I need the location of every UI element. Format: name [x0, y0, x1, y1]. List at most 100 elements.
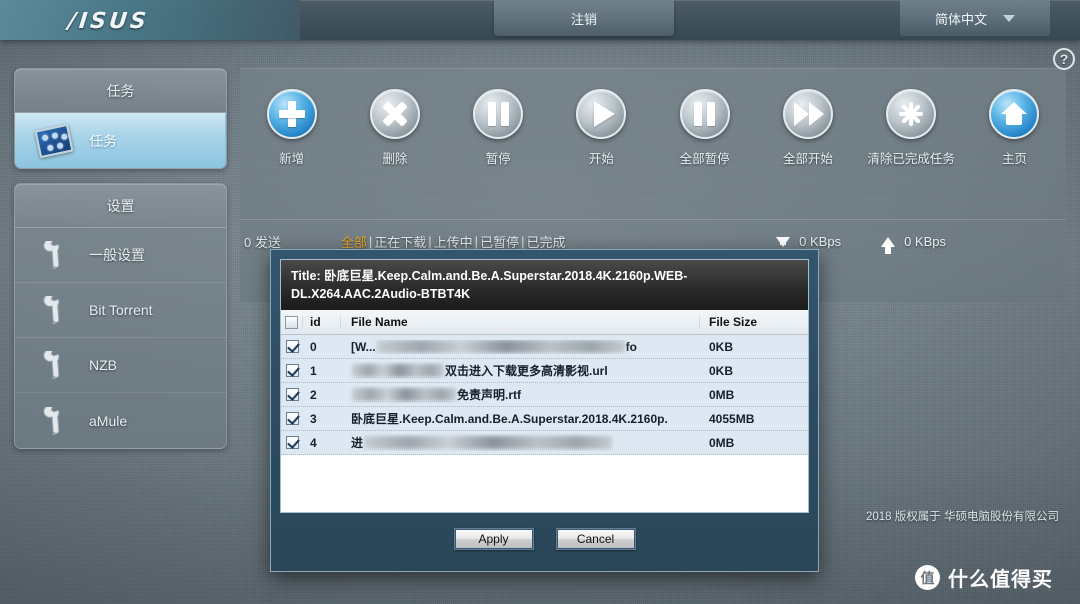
apply-button[interactable]: Apply — [453, 527, 534, 550]
row-file-name: 卧底巨星.Keep.Calm.and.Be.A.Superstar.2018.4… — [341, 410, 700, 427]
filter-separator: | — [428, 234, 432, 249]
add-task-label: 新增 — [279, 152, 305, 166]
row-file-name-prefix: 进 — [351, 436, 364, 451]
row-file-name: 双击进入下载更多高清影视.url — [341, 362, 700, 379]
sidebar-task-title: 任务 — [15, 69, 226, 113]
start-task-button[interactable]: 开始 — [550, 89, 653, 167]
row-select-cell[interactable] — [281, 412, 303, 426]
sidebar-item-bit-torrent-label: Bit Torrent — [89, 302, 153, 318]
row-checkbox[interactable] — [285, 436, 299, 450]
language-selector[interactable]: 简体中文 — [900, 0, 1050, 36]
row-id: 0 — [310, 339, 317, 354]
wrench-icon — [37, 348, 71, 380]
download-speed: 0 KBps — [776, 234, 841, 249]
clear-completed-label: 清除已完成任务 — [867, 152, 955, 166]
row-select-cell[interactable] — [281, 436, 303, 450]
row-checkbox[interactable] — [285, 364, 299, 378]
copyright-text: 2018 版权属于 华硕电脑股份有限公司 — [866, 511, 1059, 523]
filter-separator: | — [474, 234, 479, 249]
row-checkbox[interactable] — [285, 388, 299, 402]
watermark-text: 什么值得买 — [948, 569, 1053, 591]
row-file-name-suffix: 免责声明.rtf — [457, 388, 521, 403]
column-header-id: id — [303, 315, 341, 330]
row-select-cell[interactable] — [281, 340, 303, 354]
start-all-button[interactable]: 全部开始 — [756, 89, 859, 167]
select-all-checkbox[interactable] — [285, 315, 298, 329]
download-speed-value: 0 KBps — [799, 234, 842, 249]
delete-task-button[interactable]: 删除 — [343, 89, 446, 167]
row-id: 1 — [310, 363, 317, 378]
sidebar-item-general-settings-label: 一般设置 — [89, 247, 145, 263]
sidebar-item-amule-label: aMule — [89, 412, 128, 429]
logout-button[interactable]: 注销 — [494, 0, 674, 36]
sidebar-task-panel: 任务 任务 — [14, 68, 227, 169]
table-row[interactable]: 3 卧底巨星.Keep.Calm.and.Be.A.Superstar.2018… — [281, 407, 808, 432]
toolbar: 新增 删除 暂停 开始 全部暂停 全部开始 清除已完成任务 主页 — [240, 69, 1066, 209]
filter-separator: | — [521, 234, 525, 249]
row-file-size: 0KB — [709, 339, 734, 354]
row-file-size: 0KB — [709, 363, 734, 378]
row-checkbox[interactable] — [285, 340, 299, 354]
row-file-size: 0MB — [709, 387, 735, 402]
sidebar-settings-panel: 设置 一般设置 Bit Torrent NZB aMule — [14, 183, 227, 449]
table-row[interactable]: 1 双击进入下载更多高清影视.url 0KB — [281, 359, 808, 384]
home-label: 主页 — [1001, 152, 1027, 166]
table-row[interactable]: 2 免责声明.rtf 0MB — [281, 383, 808, 408]
pause-task-button[interactable]: 暂停 — [447, 89, 550, 167]
table-header: id File Name File Size — [281, 310, 808, 336]
table-body: 0 [W... fo 0KB 1 双击进入下载更多高清影视.url 0KB 2 … — [281, 335, 808, 512]
clear-completed-button[interactable]: 清除已完成任务 — [860, 89, 963, 167]
sidebar-item-bit-torrent[interactable]: Bit Torrent — [15, 283, 226, 338]
row-select-cell[interactable] — [281, 388, 303, 402]
wrench-icon — [37, 404, 71, 435]
row-id: 4 — [310, 435, 317, 450]
arrow-up-icon — [881, 236, 896, 254]
logout-label: 注销 — [570, 11, 597, 27]
dialog-footer: Apply Cancel — [280, 513, 809, 564]
table-row[interactable]: 0 [W... fo 0KB — [281, 335, 808, 360]
row-file-name-prefix: [W... — [351, 339, 376, 354]
sidebar-item-task-label: 任务 — [89, 132, 117, 149]
dialog-title: Title: 卧底巨星.Keep.Calm.and.Be.A.Superstar… — [281, 260, 808, 311]
sidebar-item-general-settings[interactable]: 一般设置 — [15, 228, 226, 283]
language-label: 简体中文 — [934, 11, 987, 27]
select-all-cell[interactable] — [281, 315, 303, 329]
redacted-text — [352, 388, 456, 402]
row-file-name-suffix: fo — [625, 339, 637, 354]
add-task-button[interactable]: 新增 — [240, 89, 343, 167]
row-id: 3 — [310, 411, 317, 426]
row-file-name: 进 — [341, 434, 700, 451]
wrench-icon — [37, 293, 71, 325]
row-file-name: 免责声明.rtf — [341, 386, 700, 403]
home-icon — [989, 89, 1040, 139]
column-header-file-size: File Size — [709, 315, 758, 330]
dialog-content: Title: 卧底巨星.Keep.Calm.and.Be.A.Superstar… — [280, 259, 809, 513]
column-header-file-name: File Name — [341, 315, 700, 330]
help-icon[interactable]: ? — [1053, 48, 1075, 70]
filter-separator: | — [368, 234, 373, 249]
table-row[interactable]: 4 进 0MB — [281, 431, 808, 456]
upload-speed-value: 0 KBps — [904, 234, 946, 249]
sidebar-item-task[interactable]: 任务 — [15, 113, 226, 168]
pause-all-label: 全部暂停 — [679, 152, 730, 166]
sidebar-item-nzb[interactable]: NZB — [15, 338, 226, 393]
sidebar-item-nzb-label: NZB — [89, 357, 117, 373]
row-file-name-suffix: 双击进入下载更多高清影视.url — [445, 364, 608, 379]
cancel-button[interactable]: Cancel — [555, 527, 636, 550]
redacted-text — [352, 364, 444, 378]
chevron-down-icon — [1003, 14, 1015, 22]
pause-all-button[interactable]: 全部暂停 — [653, 89, 756, 167]
delete-task-label: 删除 — [382, 152, 408, 166]
close-x-icon — [369, 89, 420, 139]
sidebar-item-amule[interactable]: aMule — [15, 393, 226, 448]
watermark: 值 什么值得买 — [915, 563, 1053, 592]
row-select-cell[interactable] — [281, 364, 303, 378]
row-checkbox[interactable] — [285, 412, 299, 426]
home-button[interactable]: 主页 — [963, 89, 1066, 167]
row-file-name-prefix: 卧底巨星.Keep.Calm.and.Be.A.Superstar.2018.4… — [351, 412, 668, 427]
row-file-name: [W... fo — [341, 340, 700, 354]
redacted-text — [364, 436, 613, 450]
start-all-label: 全部开始 — [782, 152, 833, 166]
pause-task-label: 暂停 — [485, 152, 511, 166]
top-bar: /ISUS 注销 简体中文 — [0, 0, 1080, 40]
